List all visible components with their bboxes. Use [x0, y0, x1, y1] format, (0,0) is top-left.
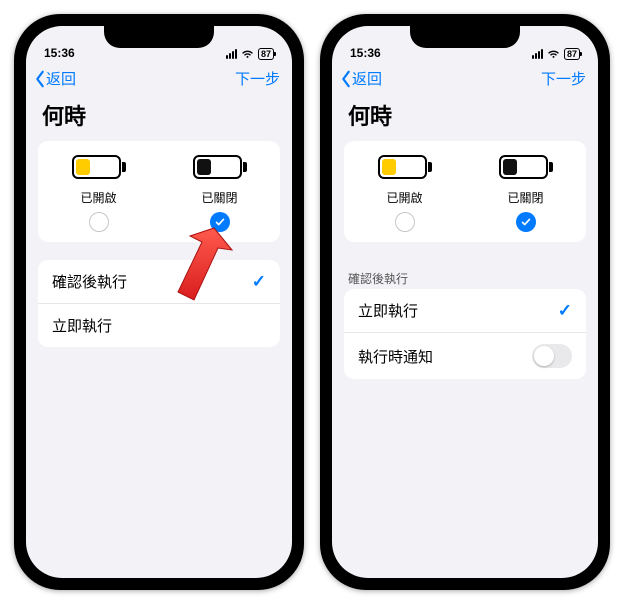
run-mode-card: 立即執行 ✓ 執行時通知 — [344, 289, 586, 379]
row-immediate[interactable]: 立即執行 ✓ — [344, 289, 586, 332]
option-off-label: 已關閉 — [507, 189, 543, 206]
notify-toggle[interactable] — [532, 344, 572, 368]
chevron-left-icon — [340, 70, 352, 88]
option-low-power-on[interactable]: 已開啟 — [344, 141, 465, 242]
phone-mockup-left: 15:36 87 返回 下一步 何時 — [14, 14, 304, 590]
wifi-icon — [241, 50, 254, 59]
page-title: 何時 — [332, 97, 598, 141]
chevron-left-icon — [34, 70, 46, 88]
check-icon — [520, 216, 532, 228]
option-low-power-on[interactable]: 已開啟 — [38, 141, 159, 242]
row-notify[interactable]: 執行時通知 — [344, 332, 586, 379]
status-right: 87 — [226, 48, 274, 60]
battery-on-icon — [72, 155, 126, 179]
option-low-power-off[interactable]: 已關閉 — [159, 141, 280, 242]
row-immediate-label: 立即執行 — [52, 315, 112, 336]
back-button[interactable]: 返回 — [340, 68, 382, 89]
back-label: 返回 — [46, 68, 76, 89]
nav-bar: 返回 下一步 — [26, 62, 292, 97]
radio-selected[interactable] — [210, 212, 230, 232]
run-mode-card: 確認後執行 ✓ 立即執行 — [38, 260, 280, 347]
status-time: 15:36 — [350, 46, 381, 60]
option-on-label: 已開啟 — [386, 189, 422, 206]
option-on-label: 已開啟 — [80, 189, 116, 206]
row-confirm[interactable]: 確認後執行 ✓ — [38, 260, 280, 303]
screen: 15:36 87 返回 下一步 何時 — [332, 26, 598, 578]
battery-off-icon — [499, 155, 553, 179]
row-confirm-peek: 確認後執行 — [332, 260, 598, 289]
toggle-knob — [534, 346, 554, 366]
radio-unselected[interactable] — [89, 212, 109, 232]
checkmark-icon: ✓ — [252, 272, 266, 292]
status-time: 15:36 — [44, 46, 75, 60]
nav-bar: 返回 下一步 — [332, 62, 598, 97]
screen: 15:36 87 返回 下一步 何時 — [26, 26, 292, 578]
battery-off-icon — [193, 155, 247, 179]
row-immediate[interactable]: 立即執行 — [38, 303, 280, 347]
battery-option-card: 已開啟 已關閉 — [38, 141, 280, 242]
notch — [104, 26, 214, 48]
wifi-icon — [547, 50, 560, 59]
next-button[interactable]: 下一步 — [541, 68, 586, 89]
radio-unselected[interactable] — [395, 212, 415, 232]
signal-icon — [226, 49, 237, 59]
next-button[interactable]: 下一步 — [235, 68, 280, 89]
check-icon — [214, 216, 226, 228]
battery-on-icon — [378, 155, 432, 179]
back-label: 返回 — [352, 68, 382, 89]
row-notify-label: 執行時通知 — [358, 346, 433, 367]
notch — [410, 26, 520, 48]
radio-selected[interactable] — [516, 212, 536, 232]
back-button[interactable]: 返回 — [34, 68, 76, 89]
battery-icon: 87 — [258, 48, 274, 60]
option-low-power-off[interactable]: 已關閉 — [465, 141, 586, 242]
row-immediate-label: 立即執行 — [358, 300, 418, 321]
signal-icon — [532, 49, 543, 59]
battery-option-card: 已開啟 已關閉 — [344, 141, 586, 242]
page-title: 何時 — [26, 97, 292, 141]
status-right: 87 — [532, 48, 580, 60]
battery-icon: 87 — [564, 48, 580, 60]
phone-mockup-right: 15:36 87 返回 下一步 何時 — [320, 14, 610, 590]
option-off-label: 已關閉 — [201, 189, 237, 206]
row-confirm-label: 確認後執行 — [52, 271, 127, 292]
checkmark-icon: ✓ — [558, 301, 572, 321]
